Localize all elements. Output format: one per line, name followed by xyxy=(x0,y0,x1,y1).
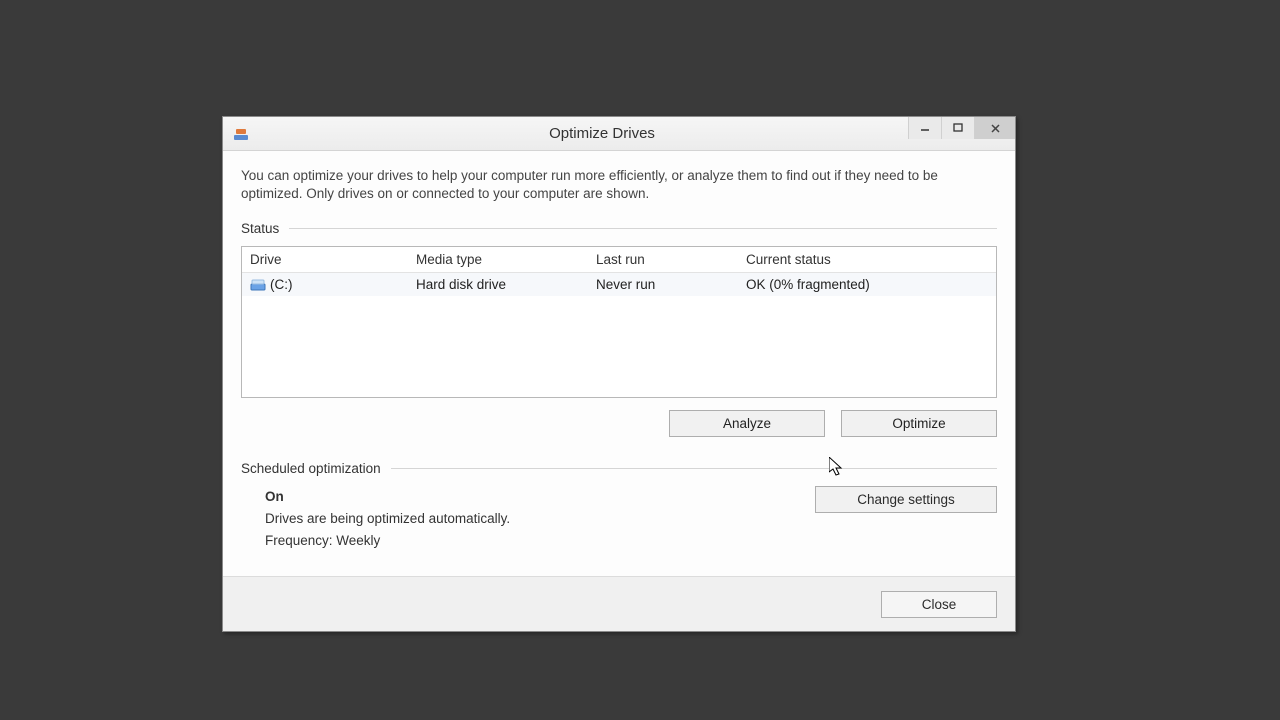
drive-icon xyxy=(250,278,266,292)
col-drive[interactable]: Drive xyxy=(242,247,408,273)
close-window-button[interactable] xyxy=(974,117,1015,139)
current-status: OK (0% fragmented) xyxy=(738,273,996,297)
scheduled-label: Scheduled optimization xyxy=(241,461,381,476)
last-run: Never run xyxy=(588,273,738,297)
table-header-row: Drive Media type Last run Current status xyxy=(242,247,996,273)
media-type: Hard disk drive xyxy=(408,273,588,297)
schedule-desc: Drives are being optimized automatically… xyxy=(265,508,510,530)
maximize-button[interactable] xyxy=(941,117,974,139)
col-last[interactable]: Last run xyxy=(588,247,738,273)
status-heading: Status xyxy=(241,221,997,236)
change-settings-button[interactable]: Change settings xyxy=(815,486,997,513)
status-label: Status xyxy=(241,221,279,236)
table-row[interactable]: (C:) Hard disk drive Never run OK (0% fr… xyxy=(242,273,996,297)
analyze-button[interactable]: Analyze xyxy=(669,410,825,437)
close-button[interactable]: Close xyxy=(881,591,997,618)
col-media[interactable]: Media type xyxy=(408,247,588,273)
schedule-state: On xyxy=(265,486,510,508)
divider xyxy=(391,468,997,469)
titlebar[interactable]: Optimize Drives xyxy=(223,117,1015,151)
schedule-freq: Frequency: Weekly xyxy=(265,530,510,552)
drives-table[interactable]: Drive Media type Last run Current status xyxy=(241,246,997,398)
minimize-button[interactable] xyxy=(908,117,941,139)
drive-name: (C:) xyxy=(270,277,293,292)
dialog-footer: Close xyxy=(223,576,1015,631)
window-title: Optimize Drives xyxy=(189,125,1015,142)
divider xyxy=(289,228,997,229)
col-status[interactable]: Current status xyxy=(738,247,996,273)
description-text: You can optimize your drives to help you… xyxy=(241,167,997,203)
optimize-button[interactable]: Optimize xyxy=(841,410,997,437)
optimize-drives-window: Optimize Drives You can optimize your dr… xyxy=(222,116,1016,632)
scheduled-heading: Scheduled optimization xyxy=(241,461,997,476)
